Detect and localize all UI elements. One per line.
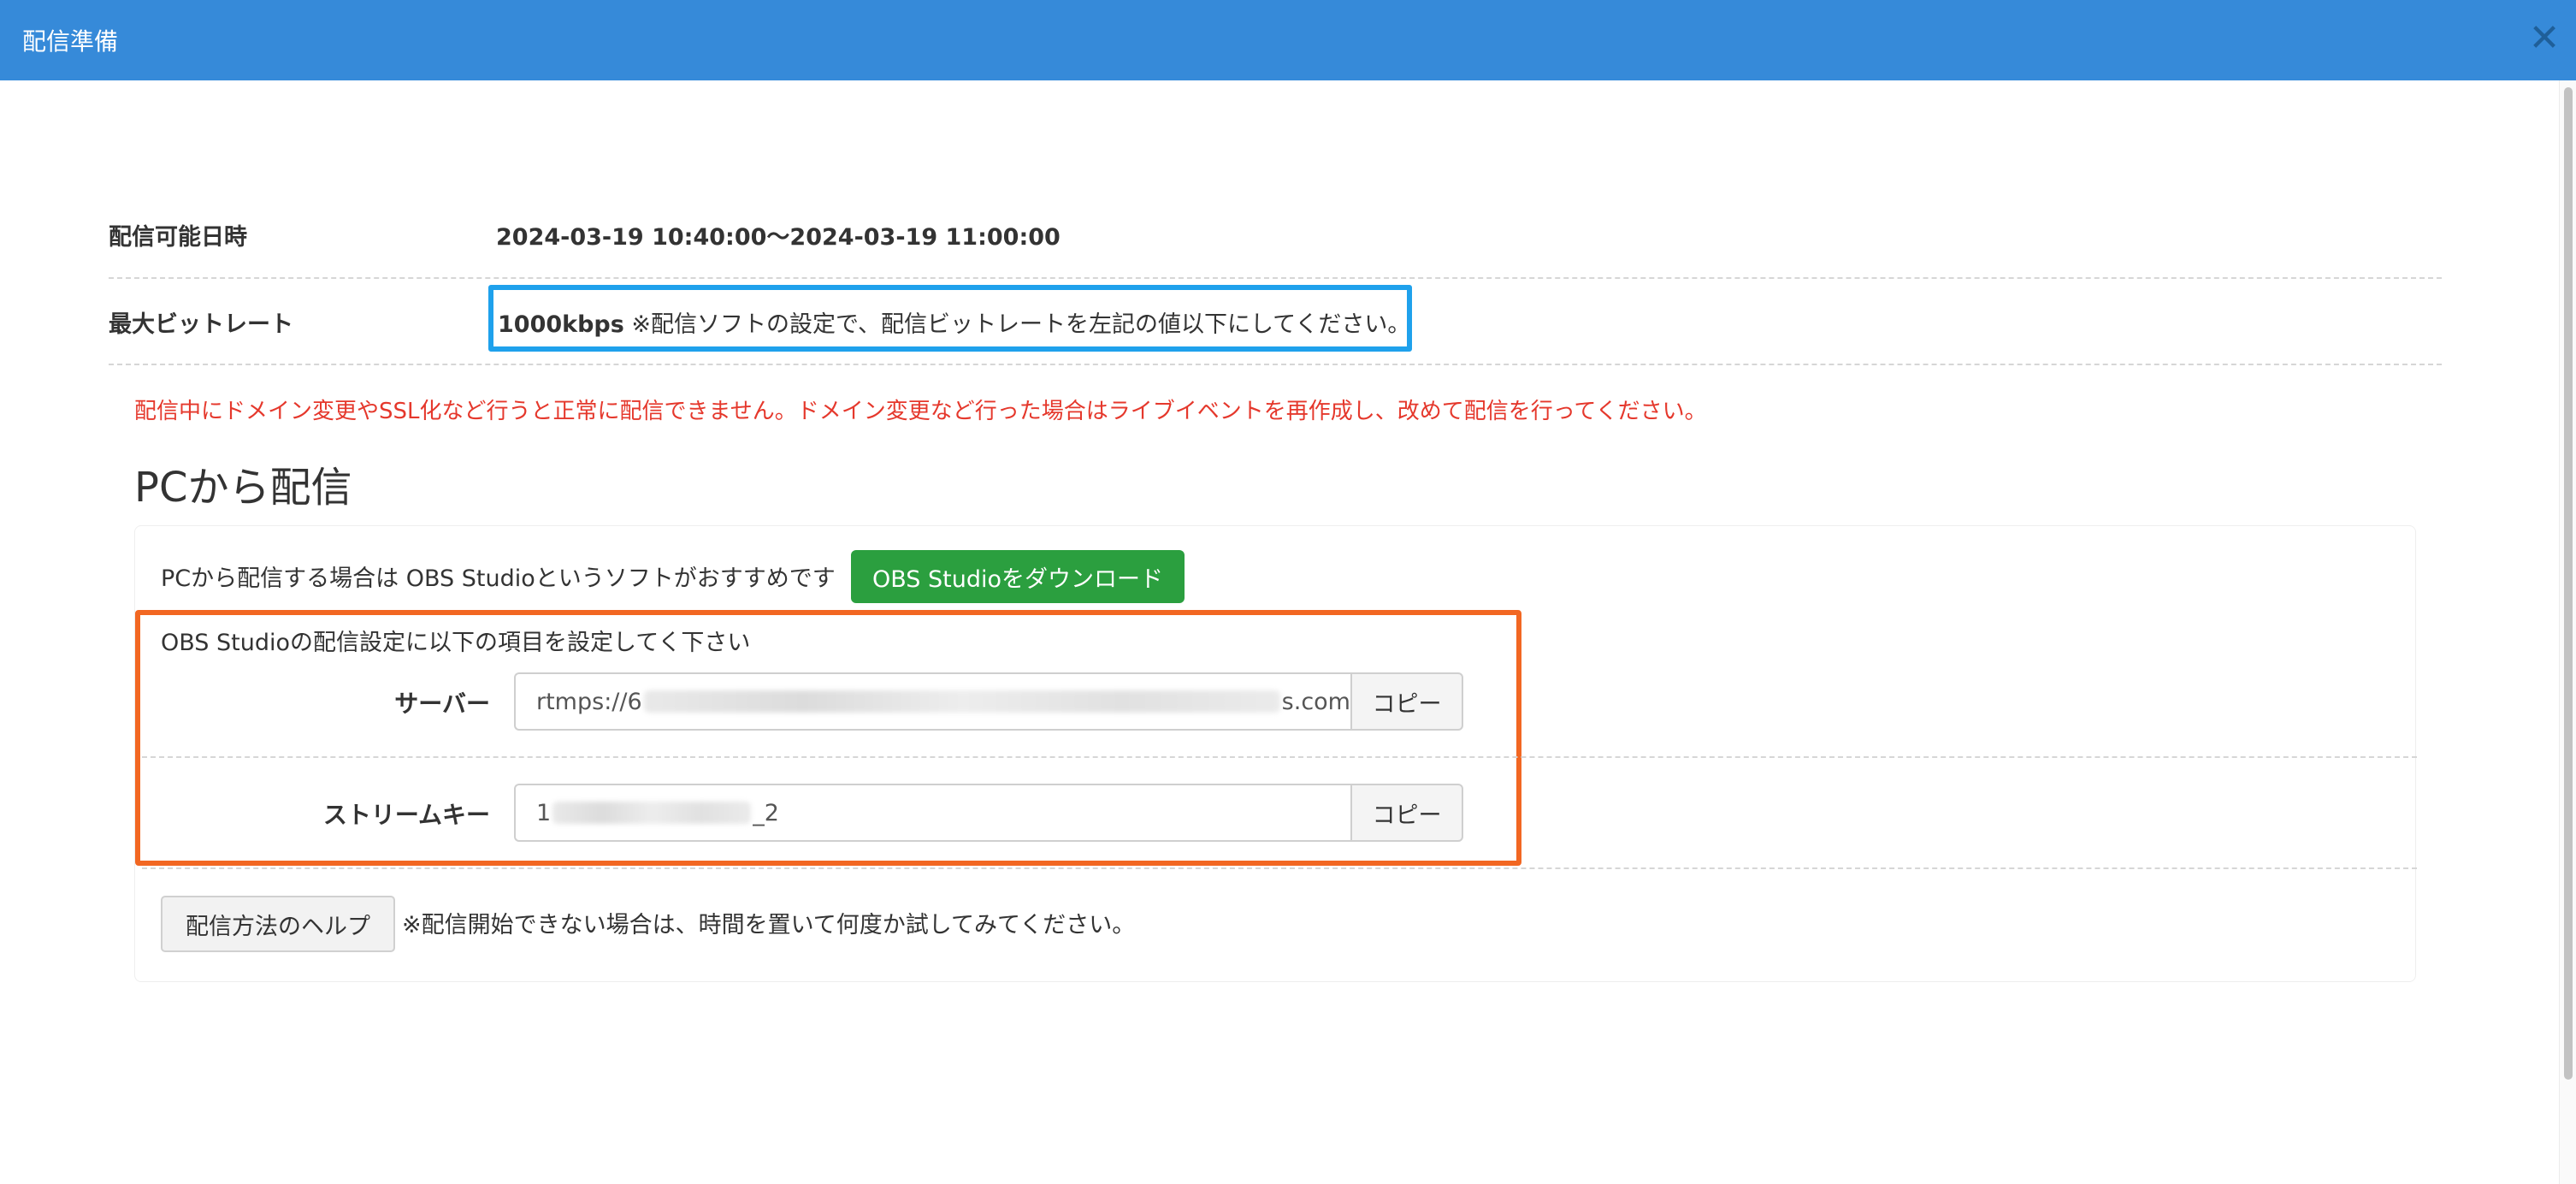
scrollbar[interactable] xyxy=(2559,80,2576,1184)
help-button[interactable]: 配信方法のヘルプ xyxy=(161,896,395,952)
warning-text: 配信中にドメイン変更やSSL化など行うと正常に配信できません。ドメイン変更など行… xyxy=(134,399,1707,424)
bitrate-highlight-box xyxy=(488,285,1412,352)
stream-key-value-prefix: 1 xyxy=(536,799,552,826)
stream-key-value-suffix: _2 xyxy=(753,799,779,826)
redacted-mask xyxy=(643,690,1280,713)
stream-key-label: ストリームキー xyxy=(322,801,490,829)
server-value-suffix: s.com xyxy=(1281,688,1350,715)
modal-title: 配信準備 xyxy=(22,27,119,56)
section-heading-pc: PCから配信 xyxy=(134,464,352,512)
server-copy-button[interactable]: コピー xyxy=(1350,672,1463,731)
redacted-mask xyxy=(552,802,752,824)
help-note: ※配信開始できない場合は、時間を置いて何度か試してみてください。 xyxy=(402,912,1136,938)
stream-key-input[interactable]: 1 _2 xyxy=(514,784,1350,842)
obs-settings-intro: OBS Studioの配信設定に以下の項目を設定してく下さい xyxy=(161,630,751,656)
stream-key-field-group: 1 _2 コピー xyxy=(514,784,1463,842)
obs-recommend-text: PCから配信する場合は OBS Studioというソフトがおすすめです xyxy=(161,565,836,592)
period-value: 2024-03-19 10:40:00〜2024-03-19 11:00:00 xyxy=(496,224,1061,251)
obs-download-button[interactable]: OBS Studioをダウンロード xyxy=(851,550,1185,603)
period-label: 配信可能日時 xyxy=(109,224,247,251)
modal-header: 配信準備 ✕ xyxy=(0,0,2576,80)
divider xyxy=(109,364,2442,365)
server-label: サーバー xyxy=(394,690,490,718)
divider xyxy=(142,867,2417,869)
divider xyxy=(109,277,2442,279)
close-icon[interactable]: ✕ xyxy=(2525,19,2564,58)
server-input[interactable]: rtmps://6 s.com xyxy=(514,672,1350,731)
scrollbar-thumb[interactable] xyxy=(2564,87,2573,1080)
server-field-group: rtmps://6 s.com コピー xyxy=(514,672,1463,731)
divider xyxy=(142,756,2417,758)
server-value-prefix: rtmps://6 xyxy=(536,688,642,715)
bitrate-label: 最大ビットレート xyxy=(109,311,293,338)
stream-key-copy-button[interactable]: コピー xyxy=(1350,784,1463,842)
